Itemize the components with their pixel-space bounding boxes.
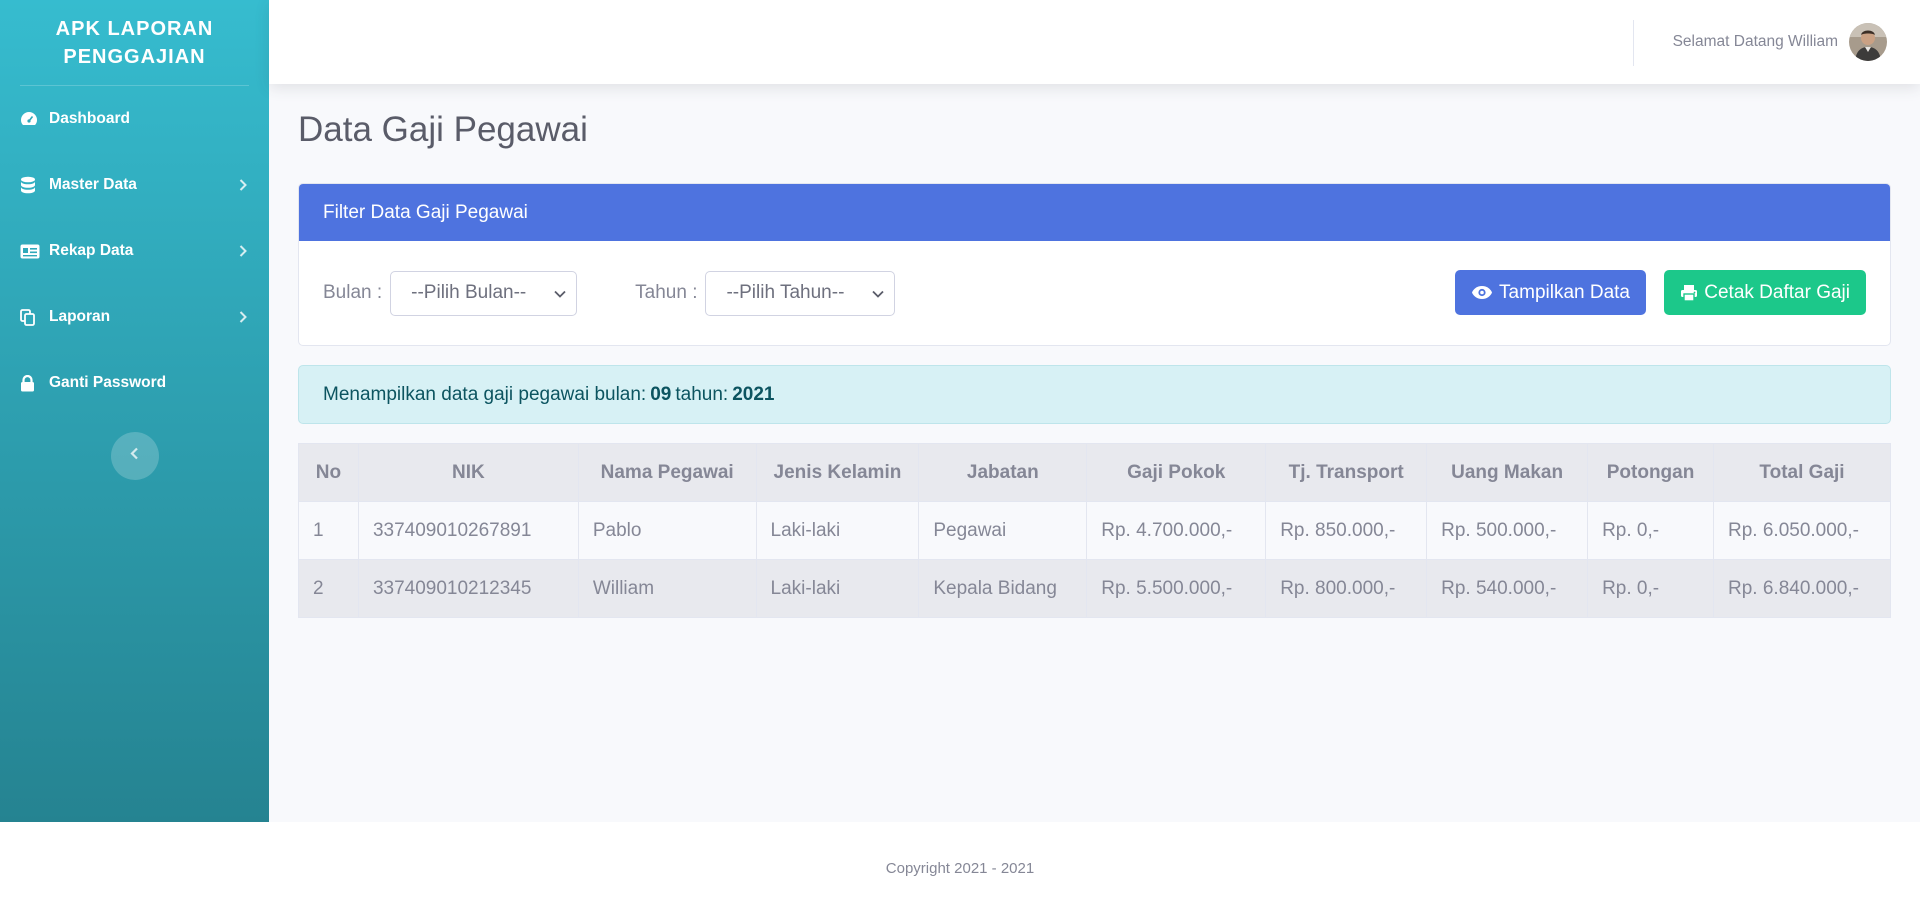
sidebar: APK LAPORAN PENGGAJIAN Dashboard Master … (0, 0, 269, 822)
tahun-label: Tahun : (635, 282, 698, 303)
table-cell: Rp. 0,- (1587, 559, 1714, 618)
tahun-select[interactable]: --Pilih Tahun-- (705, 270, 896, 316)
filter-card-body: Bulan : --Pilih Bulan-- Tahun : --Pilih … (299, 241, 1890, 345)
filter-card: Filter Data Gaji Pegawai Bulan : --Pilih… (298, 183, 1891, 346)
table-cell: 2 (298, 559, 359, 618)
topbar: Selamat Datang William (269, 0, 1920, 84)
topbar-divider (1633, 20, 1634, 66)
id-card-icon (20, 244, 49, 259)
footer: Copyright 2021 - 2021 (0, 822, 1920, 914)
info-alert: Menampilkan data gaji pegawai bulan: 09 … (298, 365, 1891, 424)
table-cell: Rp. 800.000,- (1265, 559, 1428, 618)
table-cell: Rp. 540.000,- (1426, 559, 1589, 618)
table-cell: Pegawai (918, 501, 1088, 560)
print-payroll-button[interactable]: Cetak Daftar Gaji (1664, 270, 1866, 315)
column-header[interactable]: Jenis Kelamin (755, 443, 920, 502)
table-cell: William (577, 559, 757, 618)
column-header[interactable]: No (298, 443, 359, 502)
show-data-label: Tampilkan Data (1499, 281, 1630, 303)
column-header[interactable]: Nama Pegawai (577, 443, 757, 502)
table-cell: Rp. 850.000,- (1265, 501, 1428, 560)
user-dropdown[interactable]: Selamat Datang William (1673, 22, 1887, 62)
chevron-right-icon (239, 179, 249, 191)
chevron-left-icon (130, 447, 139, 465)
brand-text: APK LAPORAN PENGGAJIAN (55, 17, 214, 68)
alert-year: 2021 (732, 383, 775, 405)
salary-table: No NIK Nama Pegawai Jenis Kelamin Jabata… (298, 443, 1891, 618)
eye-icon (1471, 285, 1499, 300)
alert-mid: tahun: (675, 383, 729, 405)
table-header-row: No NIK Nama Pegawai Jenis Kelamin Jabata… (298, 443, 1891, 502)
column-header[interactable]: Jabatan (918, 443, 1088, 502)
avatar[interactable] (1849, 23, 1887, 61)
table-cell: Rp. 6.050.000,- (1713, 501, 1891, 560)
sidebar-item-laporan[interactable]: Laporan (0, 284, 269, 350)
table-cell: Rp. 5.500.000,- (1086, 559, 1267, 618)
filter-card-title: Filter Data Gaji Pegawai (323, 201, 528, 223)
alert-month: 09 (650, 383, 672, 405)
sidebar-item-master-data[interactable]: Master Data (0, 152, 269, 218)
table-cell: 337409010212345 (357, 559, 579, 618)
main-content: Data Gaji Pegawai Filter Data Gaji Pegaw… (298, 84, 1891, 618)
table-cell: Laki-laki (755, 559, 920, 618)
page-title: Data Gaji Pegawai (298, 110, 588, 149)
column-header[interactable]: Gaji Pokok (1086, 443, 1267, 502)
sidebar-toggle-button[interactable] (110, 432, 159, 480)
column-header[interactable]: NIK (357, 443, 579, 502)
sidebar-item-label: Ganti Password (49, 374, 167, 391)
table-cell: Kepala Bidang (918, 559, 1088, 618)
database-icon (20, 176, 49, 194)
alert-prefix: Menampilkan data gaji pegawai bulan: (323, 383, 647, 405)
table-cell: Rp. 500.000,- (1426, 501, 1589, 560)
user-greeting: Selamat Datang William (1672, 33, 1838, 50)
bulan-select-value: --Pilih Bulan-- (411, 282, 527, 303)
sidebar-item-dashboard[interactable]: Dashboard (0, 86, 269, 152)
sidebar-item-label: Laporan (49, 308, 111, 325)
table-row: 2 337409010212345 William Laki-laki Kepa… (298, 559, 1891, 618)
table-cell: Rp. 4.700.000,- (1086, 501, 1267, 560)
sidebar-item-rekap-data[interactable]: Rekap Data (0, 218, 269, 284)
lock-icon (20, 374, 49, 392)
chevron-right-icon (239, 245, 249, 257)
copyright-text: Copyright 2021 - 2021 (885, 859, 1035, 877)
column-header[interactable]: Uang Makan (1426, 443, 1589, 502)
sidebar-item-label: Dashboard (49, 110, 130, 127)
column-header[interactable]: Tj. Transport (1265, 443, 1428, 502)
print-payroll-label: Cetak Daftar Gaji (1704, 281, 1850, 303)
table-cell: 337409010267891 (357, 501, 579, 560)
tahun-select-value: --Pilih Tahun-- (726, 282, 845, 303)
tachometer-icon (20, 111, 49, 127)
table-cell: 1 (298, 501, 359, 560)
table-row: 1 337409010267891 Pablo Laki-laki Pegawa… (298, 501, 1891, 560)
bulan-select[interactable]: --Pilih Bulan-- (390, 270, 578, 316)
print-icon (1680, 284, 1704, 302)
sidebar-item-label: Rekap Data (49, 242, 134, 259)
chevron-right-icon (239, 311, 249, 323)
table-cell: Rp. 6.840.000,- (1713, 559, 1891, 618)
chevron-down-icon (872, 282, 885, 304)
show-data-button[interactable]: Tampilkan Data (1455, 270, 1646, 315)
filter-card-header: Filter Data Gaji Pegawai (299, 184, 1890, 241)
bulan-label: Bulan : (323, 282, 383, 303)
table-cell: Pablo (577, 501, 757, 560)
table-cell: Laki-laki (755, 501, 920, 560)
sidebar-item-ganti-password[interactable]: Ganti Password (0, 350, 269, 416)
app-brand[interactable]: APK LAPORAN PENGGAJIAN (0, 0, 269, 85)
column-header[interactable]: Potongan (1587, 443, 1714, 502)
table-cell: Rp. 0,- (1587, 501, 1714, 560)
copy-icon (20, 308, 49, 326)
column-header[interactable]: Total Gaji (1713, 443, 1891, 502)
sidebar-item-label: Master Data (49, 176, 137, 193)
chevron-down-icon (554, 282, 566, 304)
